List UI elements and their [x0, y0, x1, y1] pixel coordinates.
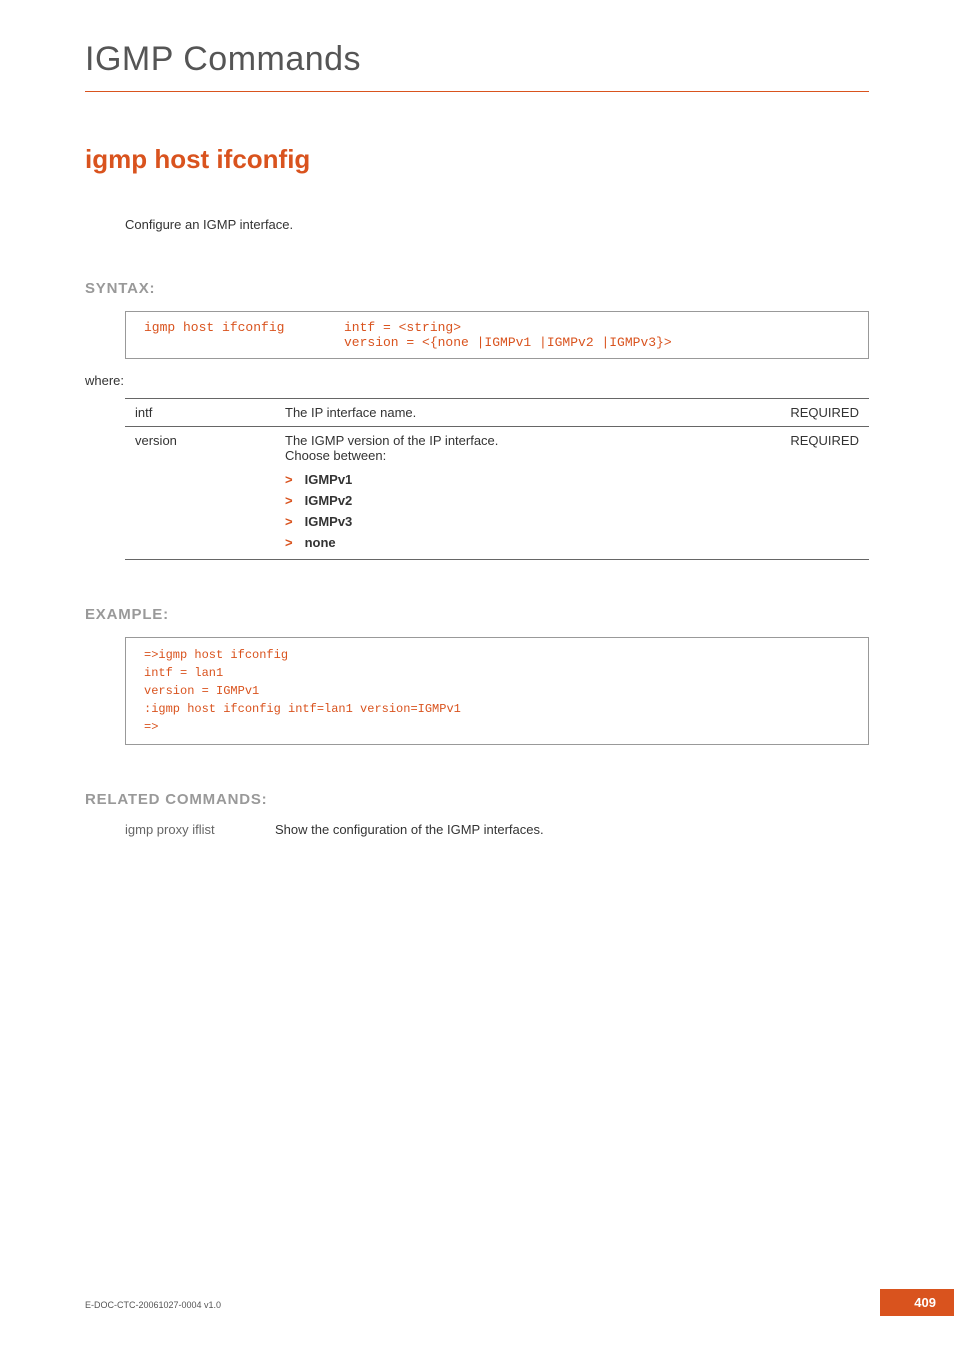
param-desc: The IP interface name. — [285, 405, 769, 420]
where-label: where: — [85, 373, 869, 388]
param-table: intf The IP interface name. REQUIRED ver… — [125, 398, 869, 560]
syntax-command: igmp host ifconfig — [144, 320, 344, 335]
list-item: > IGMPv2 — [285, 490, 769, 511]
param-name: version — [135, 433, 285, 553]
param-desc: The IGMP version of the IP interface. Ch… — [285, 433, 769, 553]
related-command-name: igmp proxy iflist — [125, 822, 275, 837]
chevron-right-icon: > — [285, 493, 293, 508]
related-commands-label: RELATED COMMANDS: — [85, 791, 869, 808]
header-rule — [85, 91, 869, 92]
example-label: EXAMPLE: — [85, 606, 869, 623]
option-text: none — [305, 535, 336, 550]
table-row: version The IGMP version of the IP inter… — [125, 426, 869, 560]
syntax-arg-line: version = <{none |IGMPv1 |IGMPv2 |IGMPv3… — [344, 335, 672, 350]
chevron-right-icon: > — [285, 535, 293, 550]
command-description: Configure an IGMP interface. — [125, 217, 869, 232]
chevron-right-icon: > — [285, 514, 293, 529]
param-name: intf — [135, 405, 285, 420]
syntax-box: igmp host ifconfig intf = <string> versi… — [125, 311, 869, 359]
command-heading: igmp host ifconfig — [85, 144, 869, 175]
param-required: REQUIRED — [769, 433, 859, 553]
syntax-arg-line: intf = <string> — [344, 320, 461, 335]
syntax-label: SYNTAX: — [85, 280, 869, 297]
chevron-right-icon: > — [285, 472, 293, 487]
param-desc-text: The IGMP version of the IP interface. Ch… — [285, 433, 769, 463]
option-text: IGMPv3 — [305, 514, 353, 529]
option-list: > IGMPv1 > IGMPv2 > IGMPv3 > none — [285, 469, 769, 553]
list-item: > IGMPv3 — [285, 511, 769, 532]
param-required: REQUIRED — [769, 405, 859, 420]
related-command-desc: Show the configuration of the IGMP inter… — [275, 822, 869, 837]
chapter-title: IGMP Commands — [85, 40, 869, 79]
document-id: E-DOC-CTC-20061027-0004 v1.0 — [85, 1300, 221, 1310]
page-footer: E-DOC-CTC-20061027-0004 v1.0 409 — [85, 1300, 954, 1310]
list-item: > IGMPv1 — [285, 469, 769, 490]
option-text: IGMPv2 — [305, 493, 353, 508]
page-number: 409 — [880, 1289, 954, 1316]
related-commands-table: igmp proxy iflist Show the configuration… — [125, 822, 869, 837]
example-box: =>igmp host ifconfig intf = lan1 version… — [125, 637, 869, 745]
table-row: intf The IP interface name. REQUIRED — [125, 398, 869, 426]
option-text: IGMPv1 — [305, 472, 353, 487]
list-item: > none — [285, 532, 769, 553]
